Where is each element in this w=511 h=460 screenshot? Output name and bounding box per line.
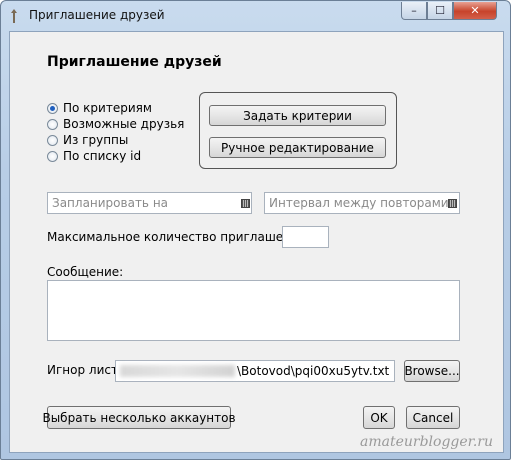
- radio-label: По критериям: [63, 101, 152, 115]
- cancel-button[interactable]: Cancel: [406, 406, 460, 429]
- ok-button[interactable]: OK: [363, 406, 395, 429]
- select-accounts-button[interactable]: Выбрать несколько аккаунтов: [42, 406, 236, 429]
- repeat-interval-placeholder: Интервал между повторами: [269, 196, 449, 210]
- blurred-path-prefix: [120, 365, 235, 377]
- watermark: amateurblogger.ru: [360, 434, 493, 450]
- close-button[interactable]: ✕: [453, 2, 497, 20]
- window-title: Приглашение друзей: [29, 8, 165, 22]
- ignore-list-path-input[interactable]: \Botovod\pqi00xu5ytv.txt: [115, 360, 395, 382]
- browse-button[interactable]: Browse...: [404, 360, 460, 382]
- radio-by-id-list[interactable]: По списку id: [47, 148, 141, 164]
- page-title: Приглашение друзей: [47, 54, 222, 70]
- radio-selected-dot: [50, 105, 55, 111]
- radio-button[interactable]: [47, 118, 58, 130]
- minimize-button[interactable]: –: [401, 2, 427, 20]
- calendar-icon[interactable]: [448, 199, 457, 208]
- maximize-button[interactable]: ☐: [427, 2, 453, 20]
- ignore-list-label: Игнор лист: [47, 363, 118, 377]
- max-invites-label: Максимальное количество приглашений: [47, 230, 307, 244]
- radio-label: Из группы: [63, 133, 129, 147]
- app-icon: [11, 9, 17, 23]
- radio-from-group[interactable]: Из группы: [47, 132, 128, 148]
- set-criteria-button[interactable]: Задать критерии: [209, 105, 386, 126]
- max-invites-input[interactable]: [282, 226, 329, 248]
- message-label: Сообщение:: [47, 265, 124, 279]
- radio-possible-friends[interactable]: Возможные друзья: [47, 116, 184, 132]
- ignore-list-path: \Botovod\pqi00xu5ytv.txt: [237, 364, 390, 378]
- radio-button[interactable]: [47, 134, 58, 146]
- message-textarea[interactable]: [47, 280, 460, 341]
- manual-edit-button[interactable]: Ручное редактирование: [209, 137, 386, 158]
- schedule-date-input[interactable]: Запланировать на: [47, 192, 252, 214]
- radio-button[interactable]: [47, 150, 58, 162]
- radio-label: По списку id: [63, 149, 142, 163]
- repeat-interval-input[interactable]: Интервал между повторами: [264, 192, 460, 214]
- schedule-date-placeholder: Запланировать на: [52, 196, 169, 210]
- calendar-icon[interactable]: [241, 199, 250, 208]
- radio-label: Возможные друзья: [63, 117, 185, 131]
- radio-button[interactable]: [47, 102, 58, 114]
- radio-by-criteria[interactable]: По критериям: [47, 100, 152, 116]
